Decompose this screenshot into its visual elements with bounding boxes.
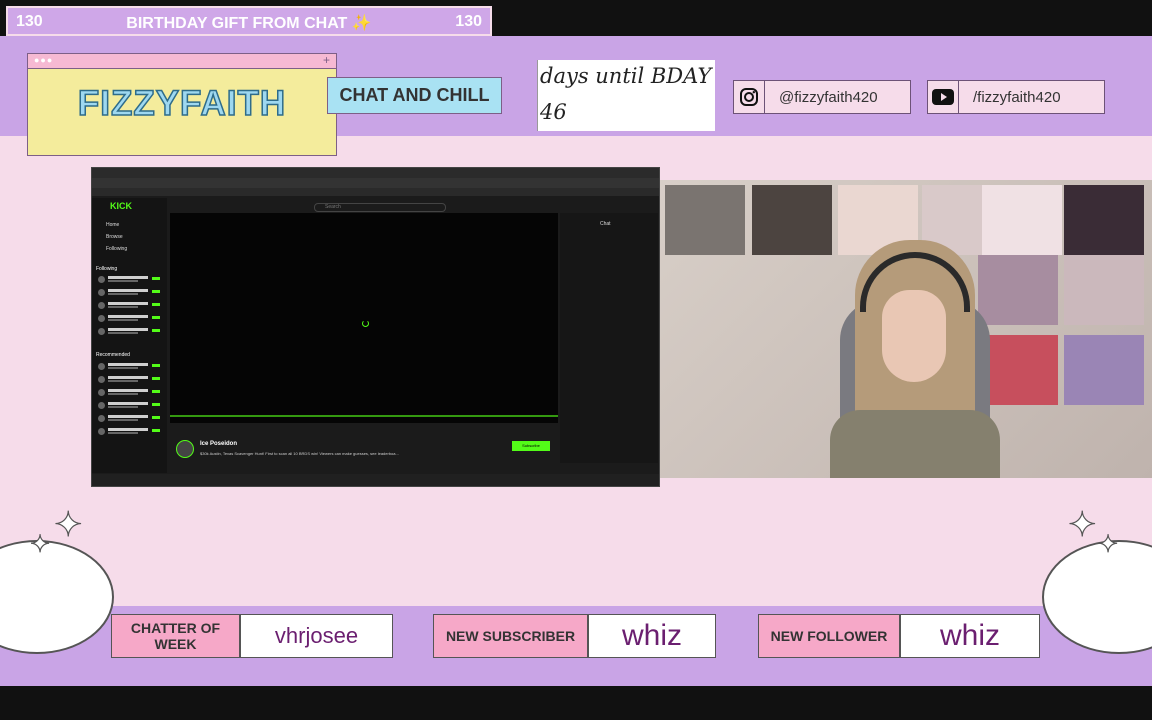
list-item <box>98 363 160 371</box>
kick-search: Search <box>314 203 446 212</box>
recommended-label: Recommended <box>96 352 130 358</box>
countdown-label: days until BDAY <box>540 64 712 88</box>
gift-goal-bar: 130 BIRTHDAY GIFT FROM CHAT ✨ 130 <box>6 6 492 36</box>
poster <box>1064 255 1144 325</box>
list-item <box>98 276 160 284</box>
list-item <box>98 428 160 436</box>
chatter-of-week-label: CHATTER OF WEEK <box>111 614 240 658</box>
brand-window: ●●● + FIZZYFAITH <box>27 53 337 156</box>
new-follower-label: NEW FOLLOWER <box>758 614 900 658</box>
webcam-feed <box>660 180 1152 478</box>
list-item <box>98 328 160 336</box>
list-item <box>98 389 160 397</box>
list-item <box>98 302 160 310</box>
browser-bookmarks-bar <box>92 188 659 196</box>
birthday-countdown: days until BDAY 46 <box>537 60 715 131</box>
subscribe-button: Subscribe <box>512 441 550 451</box>
poster <box>978 255 1058 325</box>
poster <box>665 185 745 255</box>
windows-taskbar <box>92 474 659 486</box>
stream-description: $30k Austin, Texas Scavenger Hunt! First… <box>200 451 399 456</box>
sparkle-icon: ✦ <box>29 530 51 558</box>
loading-spinner-icon <box>362 320 369 327</box>
chatter-of-week-value: vhrjosee <box>240 614 393 658</box>
kick-logo: KICK <box>110 201 132 211</box>
avatar <box>176 440 194 458</box>
poster <box>1064 335 1144 405</box>
sparkle-icon: ✦ <box>53 505 83 544</box>
channel-name-logo: FIZZYFAITH <box>77 83 287 124</box>
poster <box>978 335 1058 405</box>
person-shirt <box>830 410 1000 478</box>
goal-count-right: 130 <box>455 13 482 30</box>
bottom-strip <box>0 686 1152 720</box>
list-item <box>98 289 160 297</box>
youtube-badge: /fizzyfaith420 <box>927 80 1105 114</box>
list-item <box>98 415 160 423</box>
instagram-handle: @fizzyfaith420 <box>779 88 878 106</box>
youtube-icon <box>928 81 959 113</box>
browser-tabs <box>92 168 659 178</box>
plus-icon: + <box>322 53 330 67</box>
video-player <box>170 213 558 423</box>
goal-title: BIRTHDAY GIFT FROM CHAT ✨ <box>126 15 372 32</box>
list-item <box>98 376 160 384</box>
progress-bar <box>170 415 558 417</box>
list-item <box>98 402 160 410</box>
poster <box>1064 185 1144 255</box>
youtube-handle: /fizzyfaith420 <box>973 88 1061 106</box>
browser-address-bar <box>92 178 659 188</box>
instagram-icon <box>734 81 765 113</box>
brand-window-titlebar: ●●● + <box>28 53 336 69</box>
list-item <box>98 315 160 323</box>
poster <box>982 185 1062 255</box>
following-label: Following <box>96 266 118 272</box>
chat-title: Chat <box>600 221 611 227</box>
chat-panel: Chat <box>560 213 658 463</box>
stream-tagline: CHAT AND CHILL <box>327 77 502 114</box>
sparkle-icon: ✦ <box>1067 505 1097 544</box>
window-dots-icon: ●●● <box>34 55 54 65</box>
new-subscriber-label: NEW SUBSCRIBER <box>433 614 588 658</box>
poster <box>752 185 832 255</box>
new-subscriber-value: whiz <box>588 614 716 658</box>
countdown-days: 46 <box>540 100 567 124</box>
streamer-name: Ice Poseidon <box>200 441 238 447</box>
nav-home: Home <box>106 222 120 228</box>
nav-following: Following <box>106 246 128 252</box>
instagram-badge: @fizzyfaith420 <box>733 80 911 114</box>
sparkle-icon: ✦ <box>1097 530 1119 558</box>
nav-browse: Browse <box>106 234 123 240</box>
screen-capture: Home Browse Following KICK Search Follow… <box>91 167 660 487</box>
new-follower-value: whiz <box>900 614 1040 658</box>
